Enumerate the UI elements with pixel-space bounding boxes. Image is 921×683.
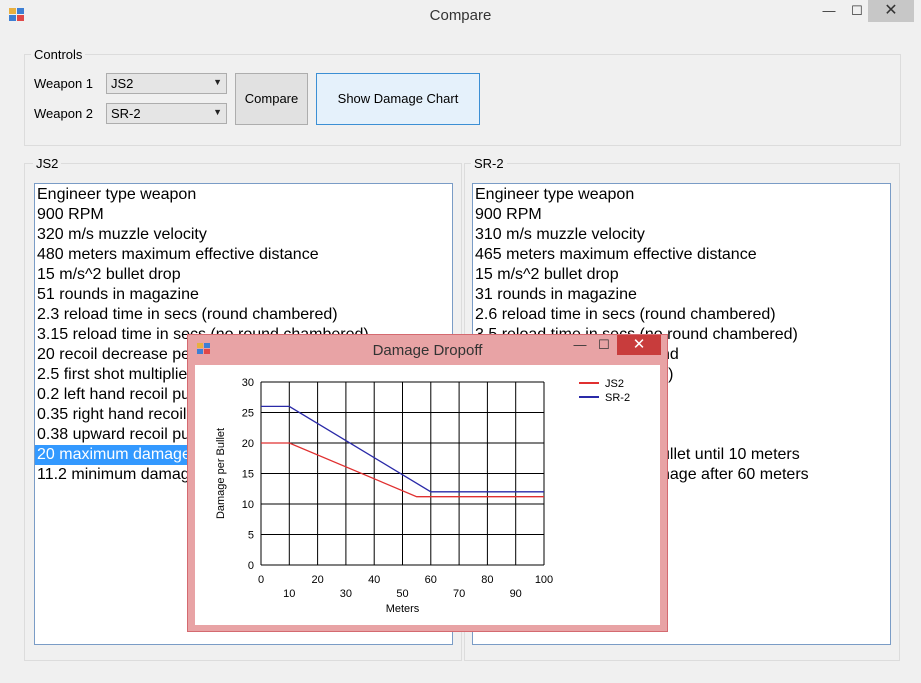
list-item[interactable]: 465 meters maximum effective distance — [473, 245, 890, 265]
list-item[interactable]: 2.6 reload time in secs (round chambered… — [473, 305, 890, 325]
x-tick-label: 80 — [481, 574, 493, 586]
list-item[interactable]: Engineer type weapon — [35, 185, 452, 205]
x-tick-label: 70 — [453, 588, 465, 600]
legend-label: SR-2 — [605, 392, 630, 404]
partial-list-item[interactable]: il) — [661, 365, 890, 385]
list-item[interactable]: 480 meters maximum effective distance — [35, 245, 452, 265]
partial-list-item[interactable]: nd — [661, 345, 890, 365]
dialog-minimize-button[interactable]: — — [568, 335, 592, 355]
y-axis-label: Damage per Bullet — [215, 428, 227, 519]
list-item[interactable]: 31 rounds in magazine — [473, 285, 890, 305]
close-button[interactable]: ✕ — [868, 0, 914, 22]
window-title: Compare — [429, 7, 492, 24]
y-tick-label: 20 — [242, 438, 254, 450]
show-damage-chart-button[interactable]: Show Damage Chart — [316, 73, 480, 125]
x-tick-label: 50 — [396, 588, 408, 600]
list-item[interactable]: Engineer type weapon — [473, 185, 890, 205]
x-tick-label: 10 — [283, 588, 295, 600]
y-tick-label: 5 — [248, 530, 254, 542]
x-tick-label: 30 — [340, 588, 352, 600]
x-tick-label: 20 — [311, 574, 323, 586]
chevron-down-icon: ▼ — [213, 107, 222, 117]
weapon1-label: Weapon 1 — [34, 76, 94, 91]
damage-dropoff-dialog[interactable]: Damage Dropoff — ☐ ✕ 0 5 10 15 20 25 30 0 10 20 30… — [187, 334, 668, 632]
y-tick-label: 10 — [242, 499, 254, 511]
weapon1-group-label: JS2 — [33, 156, 62, 171]
x-tick-label: 90 — [510, 588, 522, 600]
y-tick-label: 30 — [242, 377, 254, 389]
weapon2-value: SR-2 — [111, 106, 141, 121]
list-item[interactable]: 2.3 reload time in secs (round chambered… — [35, 305, 452, 325]
list-item[interactable]: 900 RPM — [35, 205, 452, 225]
list-item[interactable]: 320 m/s muzzle velocity — [35, 225, 452, 245]
weapon2-group-label: SR-2 — [471, 156, 507, 171]
y-tick-label: 15 — [242, 469, 254, 481]
controls-group-label: Controls — [31, 47, 86, 62]
weapon2-select[interactable]: SR-2 ▼ — [106, 103, 227, 124]
partial-list-item[interactable]: nage after 60 meters — [661, 465, 890, 485]
damage-chart-svg: 0 5 10 15 20 25 30 0 10 20 30 40 50 60 70 80 90 100 Meters… — [215, 377, 630, 615]
list-item[interactable]: 310 m/s muzzle velocity — [473, 225, 890, 245]
damage-chart: 0 5 10 15 20 25 30 0 10 20 30 40 50 60 70 80 90 100 Meters… — [195, 365, 660, 625]
list-item[interactable]: 15 m/s^2 bullet drop — [473, 265, 890, 285]
weapon2-label: Weapon 2 — [34, 106, 94, 121]
x-tick-label: 60 — [425, 574, 437, 586]
weapon1-value: JS2 — [111, 76, 134, 91]
compare-button[interactable]: Compare — [235, 73, 308, 125]
x-tick-label: 100 — [535, 574, 553, 586]
y-tick-label: 0 — [248, 560, 254, 572]
y-tick-label: 25 — [242, 408, 254, 420]
x-tick-label: 0 — [258, 574, 264, 586]
legend-label: JS2 — [605, 378, 624, 390]
list-item[interactable]: 51 rounds in magazine — [35, 285, 452, 305]
x-axis-label: Meters — [386, 603, 420, 615]
list-item[interactable]: 15 m/s^2 bullet drop — [35, 265, 452, 285]
partial-list-item[interactable]: ullet until 10 meters — [661, 445, 890, 465]
list-item[interactable]: 900 RPM — [473, 205, 890, 225]
dialog-close-button[interactable]: ✕ — [617, 335, 661, 355]
weapon1-select[interactable]: JS2 ▼ — [106, 73, 227, 94]
dialog-maximize-button[interactable]: ☐ — [592, 335, 616, 355]
chevron-down-icon: ▼ — [213, 77, 222, 87]
x-tick-label: 40 — [368, 574, 380, 586]
